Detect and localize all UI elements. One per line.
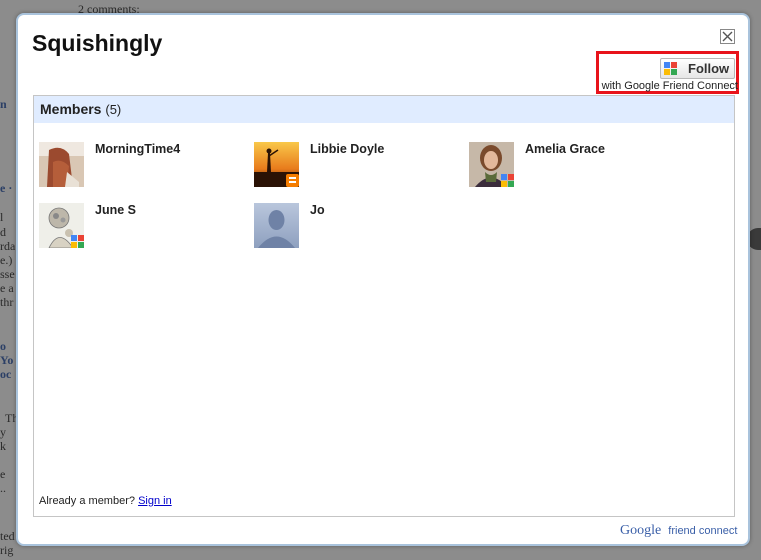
member-item[interactable]: Libbie Doyle (254, 142, 464, 188)
blogger-badge-icon (286, 174, 299, 187)
members-label: Members (40, 101, 102, 117)
member-name: June S (95, 203, 136, 217)
bg-fragment: y (0, 425, 6, 439)
follow-label: Follow (688, 61, 730, 76)
member-name: Amelia Grace (525, 142, 605, 156)
bg-fragment: e.) (0, 253, 13, 267)
members-header: Members (5) (34, 96, 734, 123)
bg-fragment: rda (0, 239, 16, 253)
bg-fragment: l (0, 210, 4, 224)
bg-fragment: n (0, 97, 7, 111)
bg-fragment: e (0, 467, 6, 481)
member-item[interactable]: June S (39, 203, 249, 249)
member-name: MorningTime4 (95, 142, 181, 156)
avatar (39, 142, 84, 187)
bg-fragment: e a (0, 281, 14, 295)
sign-in-link[interactable]: Sign in (138, 495, 172, 507)
bg-fragment: .. (0, 481, 6, 495)
already-member-text: Already a member? Sign in (39, 495, 172, 507)
google-logo: Google (620, 523, 662, 538)
follow-button[interactable]: Follow (660, 58, 735, 79)
bg-fragment: rig (0, 543, 14, 557)
avatar (39, 203, 84, 248)
avatar (254, 142, 299, 187)
bg-fragment: thr (0, 295, 14, 309)
member-item[interactable]: MorningTime4 (39, 142, 249, 188)
close-icon (722, 31, 733, 42)
bg-fragment: sse (0, 267, 15, 281)
member-item[interactable]: Amelia Grace (469, 142, 679, 188)
google-friend-connect-icon (664, 61, 678, 76)
bg-fragment: ted (0, 529, 15, 543)
friend-connect-label: friend connect (668, 525, 738, 537)
bg-fragment: e · (0, 181, 13, 195)
google-badge-icon (71, 235, 84, 248)
bg-fragment: oc (0, 367, 12, 381)
member-item[interactable]: Jo (254, 203, 464, 249)
bg-fragment: Yo (0, 353, 14, 367)
members-dialog: Squishingly Follow with Google Friend Co… (16, 13, 750, 546)
member-name: Jo (310, 203, 325, 217)
close-button[interactable] (720, 29, 735, 44)
avatar (254, 203, 299, 248)
google-badge-icon (501, 174, 514, 187)
bg-fragment: d (0, 225, 6, 239)
already-member-label: Already a member? (39, 495, 135, 507)
follow-subtext: with Google Friend Connect (601, 80, 738, 92)
bg-fragment: o (0, 339, 6, 353)
bg-fragment: k (0, 439, 6, 453)
avatar (469, 142, 514, 187)
google-friend-connect-brand: Google friend connect (620, 523, 737, 539)
members-panel: Members (5) MorningTime4 Libbie Doyle Am… (33, 95, 735, 517)
member-name: Libbie Doyle (310, 142, 385, 156)
members-count: (5) (105, 102, 122, 117)
dialog-title: Squishingly (32, 30, 163, 56)
